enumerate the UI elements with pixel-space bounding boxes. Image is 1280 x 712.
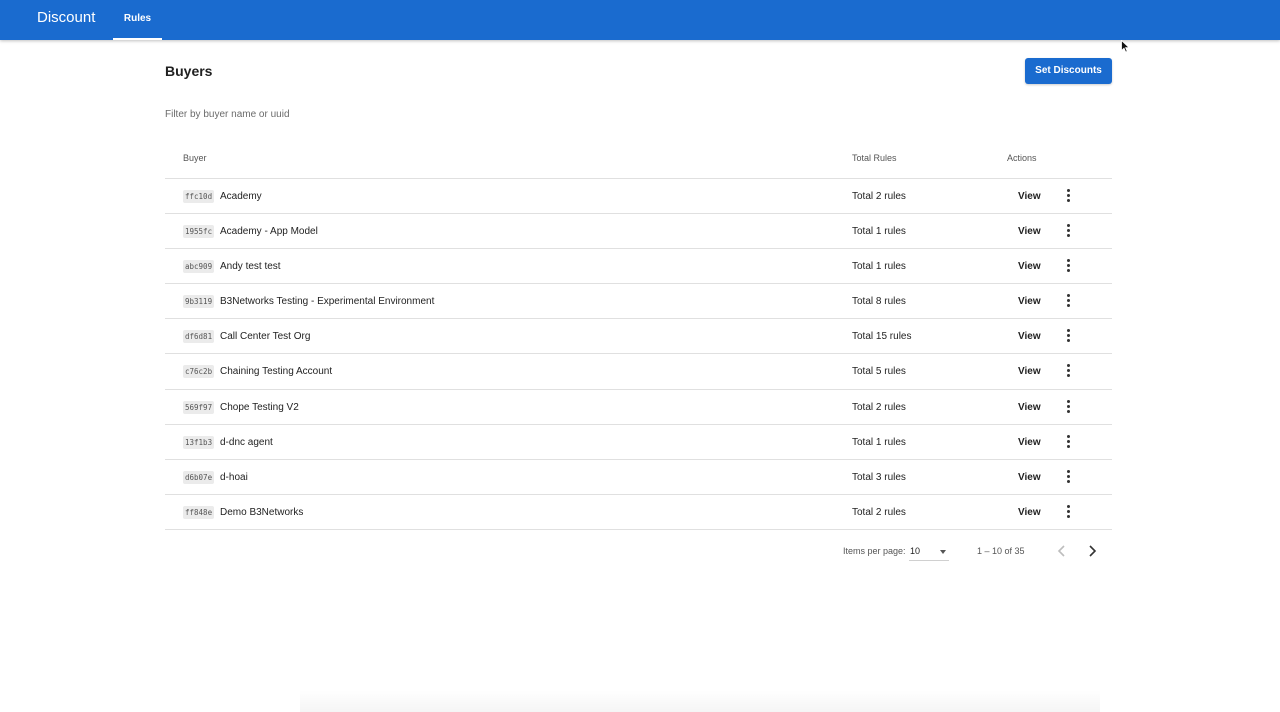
more-vert-icon[interactable] [1061,398,1075,416]
view-button[interactable]: View [1018,191,1041,202]
buyer-name: Andy test test [220,261,281,273]
view-button[interactable]: View [1018,366,1041,377]
table-row[interactable]: c76c2b Chaining Testing Account Total 5 … [165,354,1112,390]
page-range-label: 1 – 10 of 35 [977,546,1025,556]
buyer-uuid-chip: ffc10d [183,190,215,203]
table-row[interactable]: abc909 Andy test test Total 1 rules View [165,249,1112,285]
app-title: Discount [37,9,96,26]
bottom-shadow [300,690,1100,712]
more-vert-icon[interactable] [1061,503,1075,521]
view-button[interactable]: View [1018,296,1041,307]
total-rules: Total 2 rules [852,401,906,413]
view-button[interactable]: View [1018,507,1041,518]
items-per-page-label: Items per page: [843,546,906,556]
buyer-name: d-dnc agent [220,436,273,448]
buyer-uuid-chip: c76c2b [183,365,215,379]
buyer-uuid-chip: ff848e [183,505,215,519]
buyer-name: Call Center Test Org [220,331,311,343]
view-button[interactable]: View [1018,437,1041,448]
buyer-name: Academy - App Model [220,226,318,238]
view-button[interactable]: View [1018,402,1041,413]
table-row[interactable]: ffc10d Academy Total 2 rules View [165,179,1112,215]
column-header-buyer[interactable]: Buyer [183,153,207,163]
buyer-uuid-chip: d6b07e [183,470,215,484]
table-row[interactable]: 13f1b3 d-dnc agent Total 1 rules View [165,425,1112,460]
buyer-name: d-hoai [220,471,248,483]
buyer-name: Academy [220,191,262,202]
buyer-uuid-chip: 1955fc [183,225,215,239]
items-per-page-value: 10 [910,546,921,556]
table-row[interactable]: 1955fc Academy - App Model Total 1 rules… [165,214,1112,250]
buyer-name: Demo B3Networks [220,506,304,518]
total-rules: Total 15 rules [852,331,912,343]
view-button[interactable]: View [1018,472,1041,483]
buyer-uuid-chip: df6d81 [183,330,215,344]
table-row[interactable]: df6d81 Call Center Test Org Total 15 rul… [165,319,1112,355]
table-row[interactable]: 569f97 Chope Testing V2 Total 2 rules Vi… [165,390,1112,425]
more-vert-icon[interactable] [1061,257,1075,275]
total-rules: Total 2 rules [852,191,906,202]
buyer-name: Chaining Testing Account [220,366,333,378]
total-rules: Total 2 rules [852,506,906,518]
buyer-uuid-chip: abc909 [183,260,215,274]
caret-down-icon [940,550,946,554]
total-rules: Total 8 rules [852,296,906,308]
more-vert-icon[interactable] [1061,433,1075,451]
view-button[interactable]: View [1018,261,1041,272]
chevron-left-icon[interactable] [1053,541,1071,561]
buyers-table: Buyer Total Rules Actions ffc10d Academy… [165,143,1112,530]
more-vert-icon[interactable] [1061,292,1075,310]
paginator: Items per page: 10 1 – 10 of 35 [165,531,1112,571]
buyer-filter-input[interactable]: Filter by buyer name or uuid [165,109,465,120]
table-row[interactable]: 9b3119 B3Networks Testing - Experimental… [165,284,1112,320]
buyer-name: B3Networks Testing - Experimental Enviro… [220,296,435,308]
more-vert-icon[interactable] [1061,362,1075,380]
top-app-bar: Discount Rules [0,0,1280,40]
mouse-pointer-icon [1121,40,1130,53]
items-per-page-select[interactable]: 10 [909,539,949,561]
buyer-name: Chope Testing V2 [220,401,299,413]
more-vert-icon[interactable] [1061,222,1075,240]
total-rules: Total 1 rules [852,226,906,238]
total-rules: Total 5 rules [852,366,906,378]
more-vert-icon[interactable] [1061,187,1075,205]
table-row[interactable]: d6b07e d-hoai Total 3 rules View [165,460,1112,495]
table-header: Buyer Total Rules Actions [165,143,1112,179]
total-rules: Total 3 rules [852,471,906,483]
buyer-uuid-chip: 569f97 [183,400,215,414]
total-rules: Total 1 rules [852,436,906,448]
set-discounts-button[interactable]: Set Discounts [1025,58,1112,84]
total-rules: Total 1 rules [852,261,906,273]
chevron-right-icon[interactable] [1083,541,1101,561]
page-title: Buyers [165,63,213,79]
more-vert-icon[interactable] [1061,468,1075,486]
buyer-uuid-chip: 9b3119 [183,295,215,309]
column-header-total-rules[interactable]: Total Rules [852,153,897,163]
tab-rules[interactable]: Rules [113,0,162,40]
column-header-actions: Actions [1007,153,1037,163]
buyer-uuid-chip: 13f1b3 [183,435,215,449]
table-row[interactable]: ff848e Demo B3Networks Total 2 rules Vie… [165,495,1112,530]
view-button[interactable]: View [1018,331,1041,342]
view-button[interactable]: View [1018,226,1041,237]
more-vert-icon[interactable] [1061,327,1075,345]
